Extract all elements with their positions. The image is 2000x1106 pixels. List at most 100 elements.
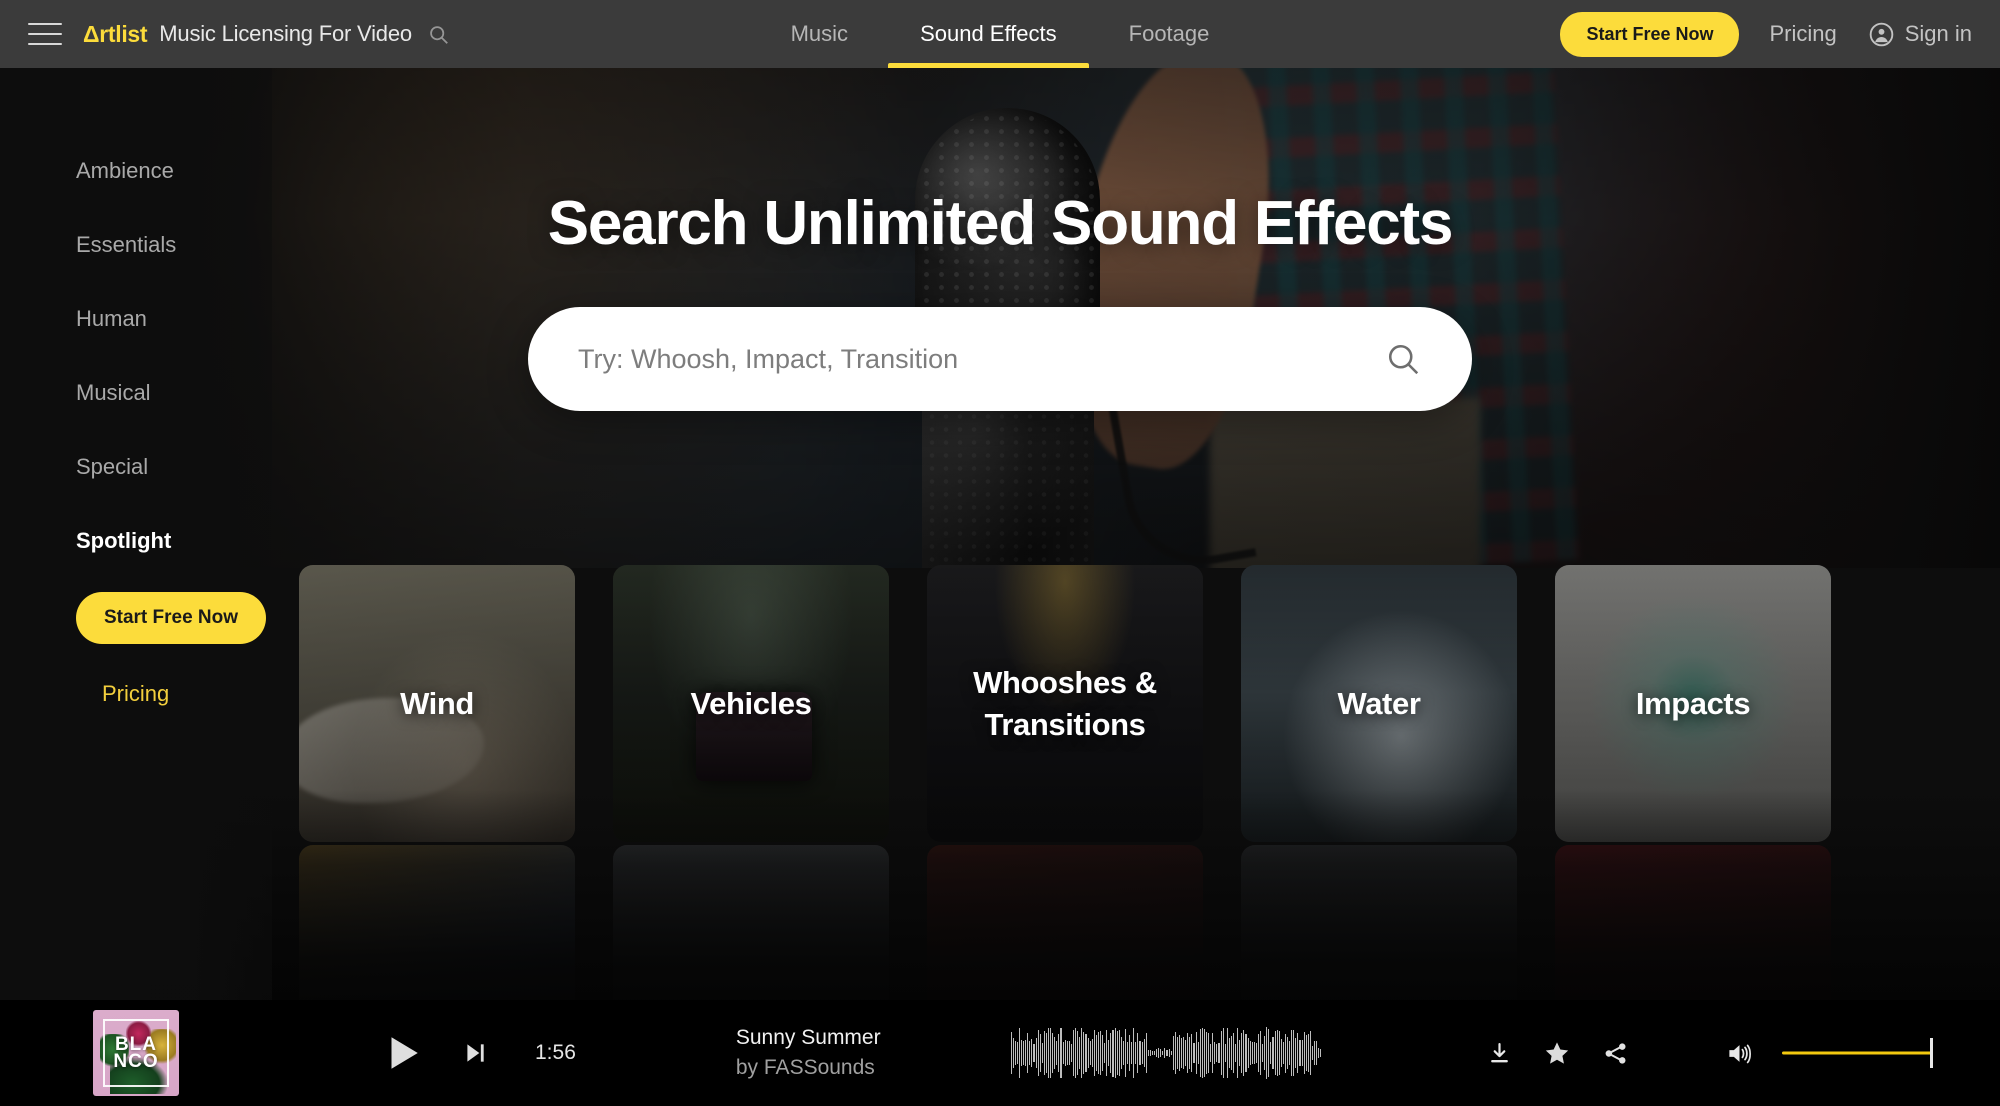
category-card-impacts[interactable]: Impacts xyxy=(1555,565,1831,842)
download-icon xyxy=(1490,1042,1508,1062)
sidebar-heading-spotlight[interactable]: Spotlight xyxy=(76,528,272,554)
waveform-bar xyxy=(1029,1041,1031,1065)
header-start-free-now-button[interactable]: Start Free Now xyxy=(1560,11,1740,57)
waveform-bar xyxy=(1164,1048,1166,1058)
sidebar-item-human[interactable]: Human xyxy=(76,306,272,332)
waveform-bar xyxy=(1176,1037,1178,1069)
waveform-bar xyxy=(1133,1028,1135,1078)
volume-button[interactable] xyxy=(1722,1036,1756,1070)
share-icon xyxy=(1605,1042,1625,1064)
waveform-bar xyxy=(1218,1043,1220,1063)
waveform-bar xyxy=(1307,1033,1309,1073)
artlist-logo[interactable]: Δrtlist xyxy=(83,21,148,48)
waveform-bar xyxy=(1262,1043,1264,1063)
waveform-bar xyxy=(1237,1027,1239,1079)
audio-player-bar: BLA NCO 1:56 Sunny Summer by FASSounds xyxy=(0,1000,2000,1106)
favorite-button[interactable] xyxy=(1540,1036,1574,1070)
waveform-bar xyxy=(1224,1043,1226,1063)
album-artwork[interactable]: BLA NCO xyxy=(93,1010,179,1096)
hamburger-bar xyxy=(28,33,62,35)
share-button[interactable] xyxy=(1598,1036,1632,1070)
category-card-wind[interactable]: Wind xyxy=(299,565,575,842)
waveform-bar xyxy=(1068,1040,1070,1066)
waveform-bar xyxy=(1280,1039,1282,1067)
nav-tab-music[interactable]: Music xyxy=(755,0,884,68)
waveform-bar xyxy=(1143,1039,1145,1067)
player-time: 1:56 xyxy=(535,1041,576,1064)
sidebar-item-special[interactable]: Special xyxy=(76,454,272,480)
waveform-bar xyxy=(1108,1039,1110,1067)
audio-waveform[interactable] xyxy=(1010,1025,1322,1081)
header-search-icon[interactable] xyxy=(428,24,449,45)
nav-tab-sound-effects[interactable]: Sound Effects xyxy=(884,0,1093,68)
waveform-bar xyxy=(1303,1031,1305,1075)
waveform-bar xyxy=(1145,1033,1147,1073)
hamburger-bar xyxy=(28,43,62,45)
waveform-bar xyxy=(1232,1033,1235,1073)
waveform-bar xyxy=(1035,1038,1037,1068)
waveform-bar xyxy=(1141,1042,1143,1064)
waveform-bar xyxy=(1243,1029,1245,1077)
waveform-bar xyxy=(1309,1030,1311,1076)
waveform-bar xyxy=(1091,1039,1093,1067)
waveform-bar xyxy=(1016,1042,1018,1064)
waveform-bar xyxy=(1168,1048,1170,1058)
sidebar-item-ambience[interactable]: Ambience xyxy=(76,158,272,184)
waveform-bar xyxy=(1033,1043,1035,1063)
waveform-bar xyxy=(1251,1041,1253,1064)
hamburger-icon[interactable] xyxy=(28,23,62,45)
waveform-bar xyxy=(1170,1050,1172,1055)
waveform-bar xyxy=(1120,1037,1122,1069)
sidebar-pricing-link[interactable]: Pricing xyxy=(102,681,272,707)
sidebar-item-musical[interactable]: Musical xyxy=(76,380,272,406)
volume-slider-handle[interactable] xyxy=(1930,1038,1933,1068)
next-track-button[interactable] xyxy=(459,1037,491,1069)
waveform-bar xyxy=(1253,1042,1255,1064)
category-card-label: Whooshes & Transitions xyxy=(973,664,1157,742)
waveform-bar xyxy=(1102,1035,1104,1071)
waveform-bar xyxy=(1282,1041,1284,1065)
search-input[interactable] xyxy=(578,343,1380,375)
header-pricing-link[interactable]: Pricing xyxy=(1769,21,1836,47)
waveform-bar xyxy=(1266,1027,1268,1079)
volume-slider-fill xyxy=(1782,1051,1932,1055)
waveform-bar xyxy=(1056,1040,1058,1066)
waveform-bar xyxy=(1178,1034,1181,1072)
category-sidebar: Ambience Essentials Human Musical Specia… xyxy=(0,68,272,1038)
hero-search-bar[interactable] xyxy=(528,307,1472,411)
hero-title: Search Unlimited Sound Effects xyxy=(547,189,1454,258)
category-card-label: Impacts xyxy=(1635,685,1751,721)
search-submit-icon[interactable] xyxy=(1380,336,1426,382)
download-button[interactable] xyxy=(1482,1036,1516,1070)
waveform-bar xyxy=(1012,1038,1014,1068)
waveform-bar xyxy=(1293,1030,1295,1076)
sidebar-start-free-now-button[interactable]: Start Free Now xyxy=(76,592,266,644)
skip-next-icon xyxy=(467,1044,484,1062)
waveform-bar xyxy=(1014,1041,1016,1065)
waveform-bar xyxy=(1095,1034,1097,1072)
play-button[interactable] xyxy=(379,1030,425,1076)
waveform-bar xyxy=(1058,1034,1060,1072)
waveform-bar xyxy=(1066,1040,1068,1066)
waveform-bar xyxy=(1037,1030,1039,1076)
waveform-bar xyxy=(1110,1033,1112,1073)
waveform-bar xyxy=(1289,1041,1291,1065)
waveform-bar xyxy=(1112,1029,1114,1077)
waveform-bar xyxy=(1191,1034,1193,1072)
waveform-bar xyxy=(1162,1051,1164,1055)
nav-tab-footage[interactable]: Footage xyxy=(1093,0,1246,68)
waveform-bar xyxy=(1257,1034,1259,1072)
category-card-water[interactable]: Water xyxy=(1241,565,1517,842)
waveform-bar xyxy=(1149,1050,1151,1056)
category-card-whooshes-transitions[interactable]: Whooshes & Transitions xyxy=(927,565,1203,842)
sidebar-item-essentials[interactable]: Essentials xyxy=(76,232,272,258)
category-card-vehicles[interactable]: Vehicles xyxy=(613,565,889,842)
waveform-bar xyxy=(1268,1028,1270,1078)
waveform-bar xyxy=(1083,1031,1085,1075)
waveform-bar xyxy=(1222,1027,1224,1079)
volume-slider[interactable] xyxy=(1782,1038,1933,1068)
waveform-bar xyxy=(1208,1033,1210,1073)
waveform-bar xyxy=(1048,1027,1050,1079)
star-icon xyxy=(1545,1042,1569,1064)
sign-in-button[interactable]: Sign in xyxy=(1869,21,1972,47)
